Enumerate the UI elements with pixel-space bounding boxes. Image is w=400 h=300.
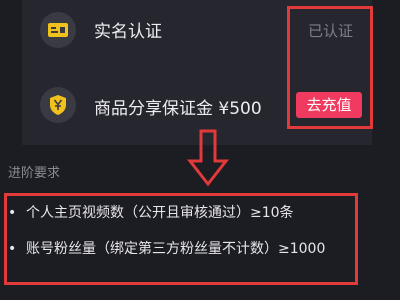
annotation-box-status: [287, 6, 373, 129]
verification-label: 实名认证: [94, 22, 162, 42]
yen-shield-icon: [40, 87, 76, 123]
deposit-label: 商品分享保证金 ¥500: [94, 99, 262, 119]
down-arrow-annotation: [186, 129, 230, 187]
id-card-icon: [40, 12, 76, 48]
annotation-box-requirements: [4, 193, 358, 285]
section-title: 进阶要求: [8, 166, 61, 181]
